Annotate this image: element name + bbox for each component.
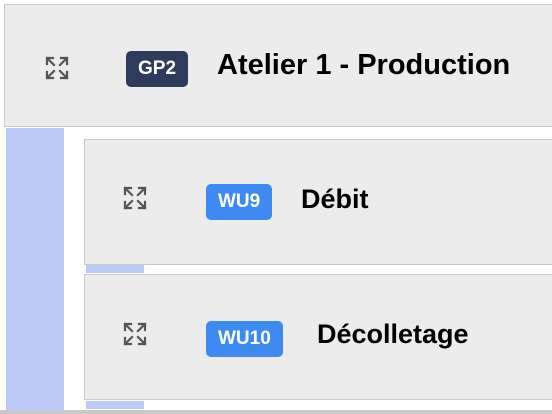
unit-title: Débit [301, 184, 369, 214]
expand-icon[interactable] [123, 322, 147, 346]
group-code-badge: GP2 [126, 51, 189, 87]
work-unit-tree: GP2 Atelier 1 - Production WU9 Débit WU1… [0, 0, 552, 414]
unit-row-wu9[interactable]: WU9 Débit [84, 139, 552, 265]
unit-title: Décolletage [317, 319, 469, 349]
unit-row-wu10[interactable]: WU10 Décolletage [84, 274, 552, 400]
expand-icon[interactable] [45, 56, 69, 80]
group-title: Atelier 1 - Production [217, 49, 511, 81]
unit-code-badge: WU9 [206, 184, 273, 220]
unit-indent-rail [86, 265, 144, 273]
unit-indent-rail [86, 401, 144, 409]
group-indent-rail [6, 128, 64, 414]
group-row-gp2[interactable]: GP2 Atelier 1 - Production [4, 4, 552, 127]
unit-code-badge: WU10 [206, 321, 283, 357]
divider [0, 410, 552, 414]
expand-icon[interactable] [123, 186, 147, 210]
